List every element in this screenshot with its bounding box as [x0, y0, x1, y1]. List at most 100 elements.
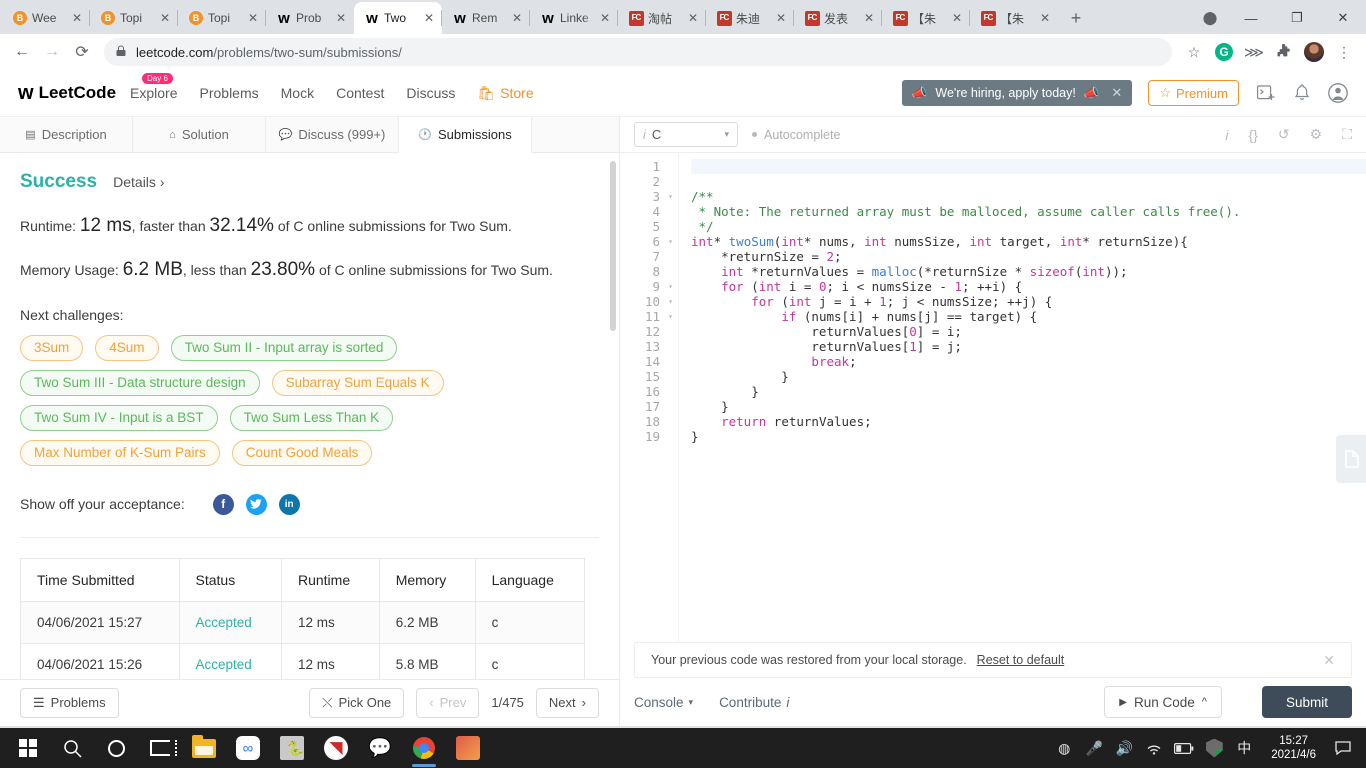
photos-icon[interactable] — [446, 728, 490, 768]
browser-tab[interactable]: B Wee ✕ — [2, 2, 90, 34]
baidu-netdisk-icon[interactable]: ∞ — [226, 728, 270, 768]
hiring-close-icon[interactable]: ✕ — [1111, 85, 1122, 101]
reload-button[interactable]: ⟳ — [68, 38, 96, 66]
tab-close-icon[interactable]: ✕ — [422, 11, 436, 25]
format-braces-icon[interactable]: {} — [1249, 127, 1258, 143]
reset-icon[interactable]: ↺ — [1278, 126, 1290, 143]
facebook-share-icon[interactable]: f — [212, 493, 234, 515]
terminal-add-icon[interactable] — [1257, 85, 1276, 101]
bookmark-star-icon[interactable]: ☆ — [1180, 38, 1208, 66]
tab-close-icon[interactable]: ✕ — [334, 11, 348, 25]
submit-button[interactable]: Submit — [1261, 686, 1352, 718]
linkedin-share-icon[interactable]: in — [278, 493, 300, 515]
start-icon[interactable] — [6, 728, 50, 768]
tab-close-icon[interactable]: ✕ — [862, 11, 876, 25]
wechat-icon[interactable]: 💬 — [358, 728, 402, 768]
premium-button[interactable]: ☆ Premium — [1148, 80, 1239, 107]
tab-description[interactable]: ▤ Description — [0, 117, 133, 152]
tab-close-icon[interactable]: ✕ — [686, 11, 700, 25]
battery-icon[interactable] — [1171, 742, 1197, 754]
browser-tab[interactable]: B Topi ✕ — [89, 2, 178, 34]
new-tab-button[interactable]: + — [1062, 4, 1090, 32]
fold-toggle-icon[interactable]: ▾ — [668, 234, 673, 249]
contribute-button[interactable]: Contribute i — [719, 695, 789, 710]
task-view-icon[interactable] — [138, 728, 182, 768]
document-panel-icon[interactable] — [1336, 435, 1366, 484]
grammarly-extension-icon[interactable]: G — [1210, 38, 1238, 66]
profile-avatar[interactable] — [1300, 38, 1328, 66]
tab-close-icon[interactable]: ✕ — [158, 11, 172, 25]
challenge-pill[interactable]: Subarray Sum Equals K — [271, 369, 444, 396]
address-bar[interactable]: leetcode.com/problems/two-sum/submission… — [104, 38, 1172, 66]
browser-tab[interactable]: FC 朱迪 ✕ — [705, 2, 794, 34]
forward-button[interactable]: → — [38, 38, 66, 66]
wifi-icon[interactable] — [1141, 742, 1167, 755]
nav-item-problems[interactable]: Problems — [200, 85, 259, 101]
twitter-share-icon[interactable] — [245, 493, 267, 515]
nav-item-explore[interactable]: Explore Day 6 — [130, 73, 178, 101]
profile-pin-icon[interactable]: ⬤ — [1192, 10, 1228, 26]
fold-toggle-icon[interactable]: ▾ — [668, 189, 673, 204]
browser-tab[interactable]: w Two ✕ — [354, 2, 442, 34]
language-selector[interactable]: i C ▾ — [634, 122, 738, 148]
challenge-pill[interactable]: 3Sum — [20, 334, 84, 361]
browser-tab[interactable]: FC 淘帖 ✕ — [617, 2, 706, 34]
browser-tab[interactable]: w Rem ✕ — [441, 2, 530, 34]
window-maximize-button[interactable]: ❐ — [1274, 10, 1320, 26]
submission-result-scroll[interactable]: Success Details › Runtime: 12 ms, faster… — [0, 153, 619, 679]
tab-close-icon[interactable]: ✕ — [598, 11, 612, 25]
pick-one-button[interactable]: ⤬ Pick One — [309, 687, 405, 718]
tab-discuss[interactable]: 💬 Discuss (999+) — [266, 117, 399, 152]
details-link[interactable]: Details › — [113, 174, 164, 190]
settings-icon[interactable]: ⚙ — [1310, 126, 1323, 143]
console-button[interactable]: Console ▾ — [634, 695, 693, 710]
close-icon[interactable]: ✕ — [1323, 652, 1335, 669]
puzzle-extensions-icon[interactable] — [1270, 38, 1298, 66]
chrome-icon[interactable] — [402, 728, 446, 768]
nav-item-discuss[interactable]: Discuss — [406, 85, 455, 101]
fullscreen-icon[interactable]: ⛶ — [1342, 126, 1352, 143]
microphone-icon[interactable]: 🎤 — [1081, 740, 1107, 757]
left-panel-scrollbar[interactable] — [610, 161, 616, 332]
table-row[interactable]: 04/06/2021 15:26 Accepted 12 ms 5.8 MB c — [20, 642, 586, 679]
challenge-pill[interactable]: Two Sum III - Data structure design — [20, 369, 260, 396]
code-content[interactable]: /** * Note: The returned array must be m… — [678, 153, 1366, 642]
browser-tab[interactable]: w Linke ✕ — [529, 2, 618, 34]
tab-close-icon[interactable]: ✕ — [950, 11, 964, 25]
python-idle-icon[interactable]: 🐍 — [270, 728, 314, 768]
nav-item-contest[interactable]: Contest — [336, 85, 384, 101]
window-minimize-button[interactable]: — — [1228, 11, 1274, 26]
prev-button[interactable]: ‹ Prev — [416, 687, 480, 718]
challenge-pill[interactable]: Count Good Meals — [231, 439, 373, 466]
code-editor[interactable]: ⋮⋮ 123▾456▾789▾10▾11▾1213141516171819 /*… — [620, 153, 1366, 642]
table-cell[interactable]: Accepted — [178, 642, 282, 679]
browser-tab[interactable]: FC 【朱 ✕ — [881, 2, 970, 34]
back-button[interactable]: ← — [8, 38, 36, 66]
browser-tab[interactable]: B Topi ✕ — [177, 2, 266, 34]
fold-toggle-icon[interactable]: ▾ — [668, 309, 673, 324]
tab-solution[interactable]: ⌂ Solution — [133, 117, 266, 152]
leetcode-logo[interactable]: w LeetCode — [18, 82, 116, 105]
fold-toggle-icon[interactable]: ▾ — [668, 279, 673, 294]
nav-item-mock[interactable]: Mock — [281, 85, 314, 101]
cortana-icon[interactable] — [94, 728, 138, 768]
problems-button[interactable]: ☰ Problems — [20, 687, 119, 718]
reset-to-default-link[interactable]: Reset to default — [977, 653, 1065, 667]
tab-close-icon[interactable]: ✕ — [246, 11, 260, 25]
table-cell[interactable]: Accepted — [178, 600, 282, 644]
tab-close-icon[interactable]: ✕ — [70, 11, 84, 25]
tab-close-icon[interactable]: ✕ — [510, 11, 524, 25]
browser-tab[interactable]: FC 发表 ✕ — [793, 2, 882, 34]
run-code-button[interactable]: ▶ Run Code ^ — [1104, 686, 1222, 718]
autocomplete-toggle[interactable]: Autocomplete — [752, 128, 840, 142]
nav-item-store[interactable]: 🛍 Store — [477, 85, 533, 102]
fold-toggle-icon[interactable]: ▾ — [668, 294, 673, 309]
hiring-banner[interactable]: 📣 We're hiring, apply today! 📣 ✕ — [901, 80, 1133, 107]
browser-tab[interactable]: FC 【朱 ✕ — [969, 2, 1058, 34]
ime-icon[interactable]: 中 — [1231, 738, 1257, 758]
challenge-pill[interactable]: Max Number of K-Sum Pairs — [20, 439, 220, 466]
user-avatar-icon[interactable] — [1328, 83, 1348, 104]
challenge-pill[interactable]: Two Sum II - Input array is sorted — [170, 334, 398, 361]
table-row[interactable]: 04/06/2021 15:27 Accepted 12 ms 6.2 MB c — [20, 600, 586, 644]
info-icon[interactable]: i — [1225, 127, 1228, 143]
